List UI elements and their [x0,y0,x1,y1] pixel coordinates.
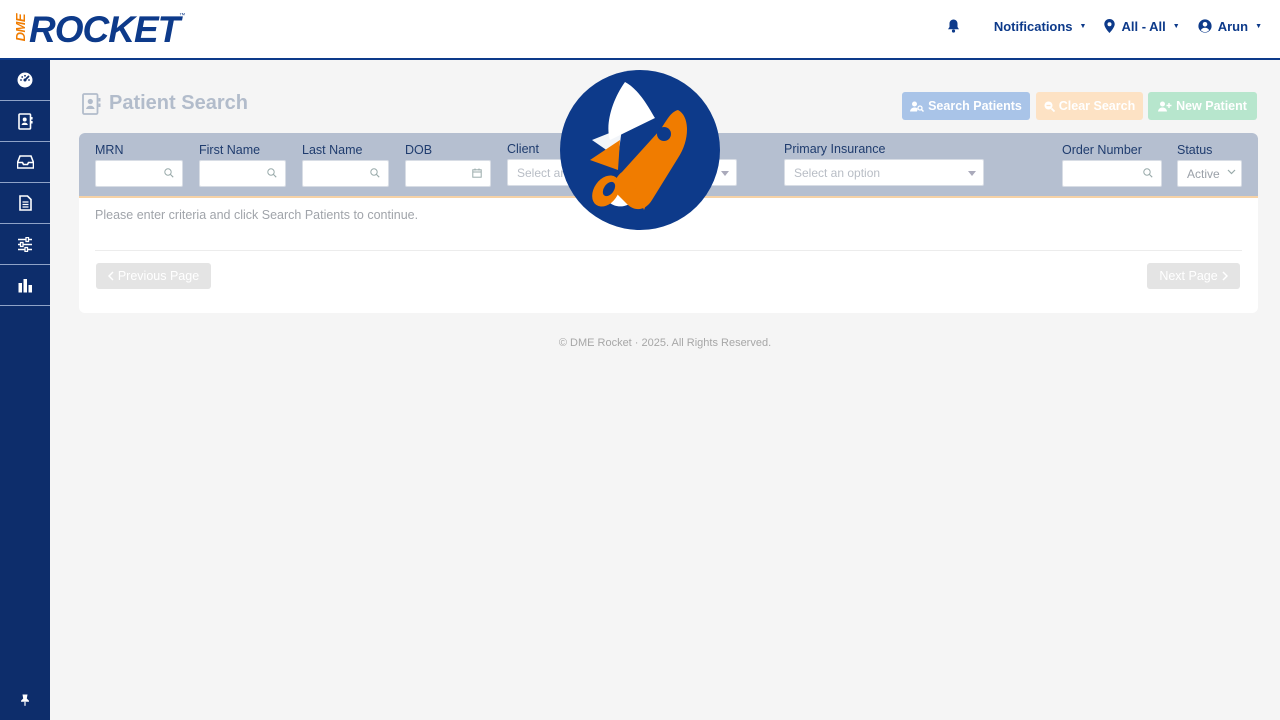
loading-spinner [560,70,720,230]
sidebar-item-reports[interactable] [0,265,50,306]
status-label: Status [1177,143,1213,157]
order-number-label: Order Number [1062,143,1142,157]
sidebar-item-documents[interactable] [0,183,50,224]
notifications-dropdown[interactable]: Notifications ▼ [994,19,1087,34]
inbox-icon [16,155,34,169]
dme-rocket-logo[interactable]: DME ROCKET ™ [13,9,186,50]
chevron-right-icon [1222,271,1228,281]
first-name-input[interactable] [199,160,286,187]
new-patient-button[interactable]: New Patient [1148,92,1257,120]
bell-icon[interactable] [947,19,960,33]
caret-down-icon: ▼ [1172,22,1180,30]
user-plus-icon [1158,101,1172,112]
new-patient-label: New Patient [1176,99,1247,113]
user-label: Arun [1217,18,1249,34]
location-dropdown[interactable]: All - All ▼ [1104,18,1180,34]
top-header: DME ROCKET ™ Notifications ▼ All - All ▼… [0,0,1280,60]
search-icon [1143,168,1153,178]
primary-insurance-placeholder: Select an option [794,165,881,180]
dob-input[interactable] [405,160,491,187]
logo-text: ROCKET [29,9,180,50]
first-name-label: First Name [199,143,261,157]
chevron-left-icon [107,271,114,281]
mrn-label: MRN [95,143,124,157]
divider [95,250,1242,251]
primary-insurance-label: Primary Insurance [784,142,886,156]
chevron-down-icon [1227,169,1236,175]
sidebar-item-patients[interactable] [0,101,50,142]
logo-trademark: ™ [179,13,186,19]
clear-search-button[interactable]: Clear Search [1036,92,1143,120]
bar-chart-icon [18,278,33,293]
next-page-label: Next Page [1159,269,1218,283]
empty-state-message: Please enter criteria and click Search P… [95,208,419,222]
sidebar-pin[interactable] [0,694,50,706]
clear-search-label: Clear Search [1058,99,1136,113]
sidebar-item-inbox[interactable] [0,142,50,183]
notifications-label: Notifications [993,18,1073,34]
page-title: Patient Search [82,92,248,115]
user-search-icon [910,101,925,112]
status-select[interactable]: Active [1177,160,1242,187]
primary-insurance-select[interactable]: Select an option [784,159,984,186]
page-title-text: Patient Search [109,92,248,114]
last-name-label: Last Name [302,143,363,157]
search-icon [370,168,380,178]
caret-down-icon [968,171,976,176]
document-icon [18,195,32,211]
header-nav: Notifications ▼ All - All ▼ Arun ▼ [947,0,1262,52]
user-circle-icon [1198,19,1212,33]
user-dropdown[interactable]: Arun ▼ [1198,19,1262,34]
sliders-icon [17,236,33,252]
search-minus-icon [1044,101,1055,112]
dob-label: DOB [405,143,433,157]
caret-down-icon: ▼ [1079,22,1087,30]
sidebar-item-dashboard[interactable] [0,60,50,101]
previous-page-button[interactable]: Previous Page [96,263,211,289]
client-label: Client [507,142,539,156]
search-patients-label: Search Patients [928,99,1022,113]
map-pin-icon [1104,19,1116,33]
next-page-button[interactable]: Next Page [1147,263,1240,289]
pin-icon [20,694,30,706]
sidebar-item-settings[interactable] [0,224,50,265]
dashboard-icon [17,72,33,88]
caret-down-icon [721,171,729,176]
order-number-input[interactable] [1062,160,1162,187]
location-label: All - All [1121,18,1166,34]
previous-page-label: Previous Page [117,269,200,283]
patient-card-icon [17,112,33,130]
last-name-input[interactable] [302,160,389,187]
footer-copyright: © DME Rocket · 2025. All Rights Reserved… [558,337,772,349]
caret-down-icon: ▼ [1255,22,1262,30]
status-value: Active [1187,166,1220,181]
search-icon [164,168,174,178]
calendar-icon [472,168,482,178]
sidebar [0,60,50,720]
mrn-input[interactable] [95,160,183,187]
logo-prefix: DME [13,14,28,42]
search-patients-button[interactable]: Search Patients [902,92,1030,120]
patient-card-icon [82,92,101,115]
search-icon [267,168,277,178]
rocket-icon [560,70,720,234]
